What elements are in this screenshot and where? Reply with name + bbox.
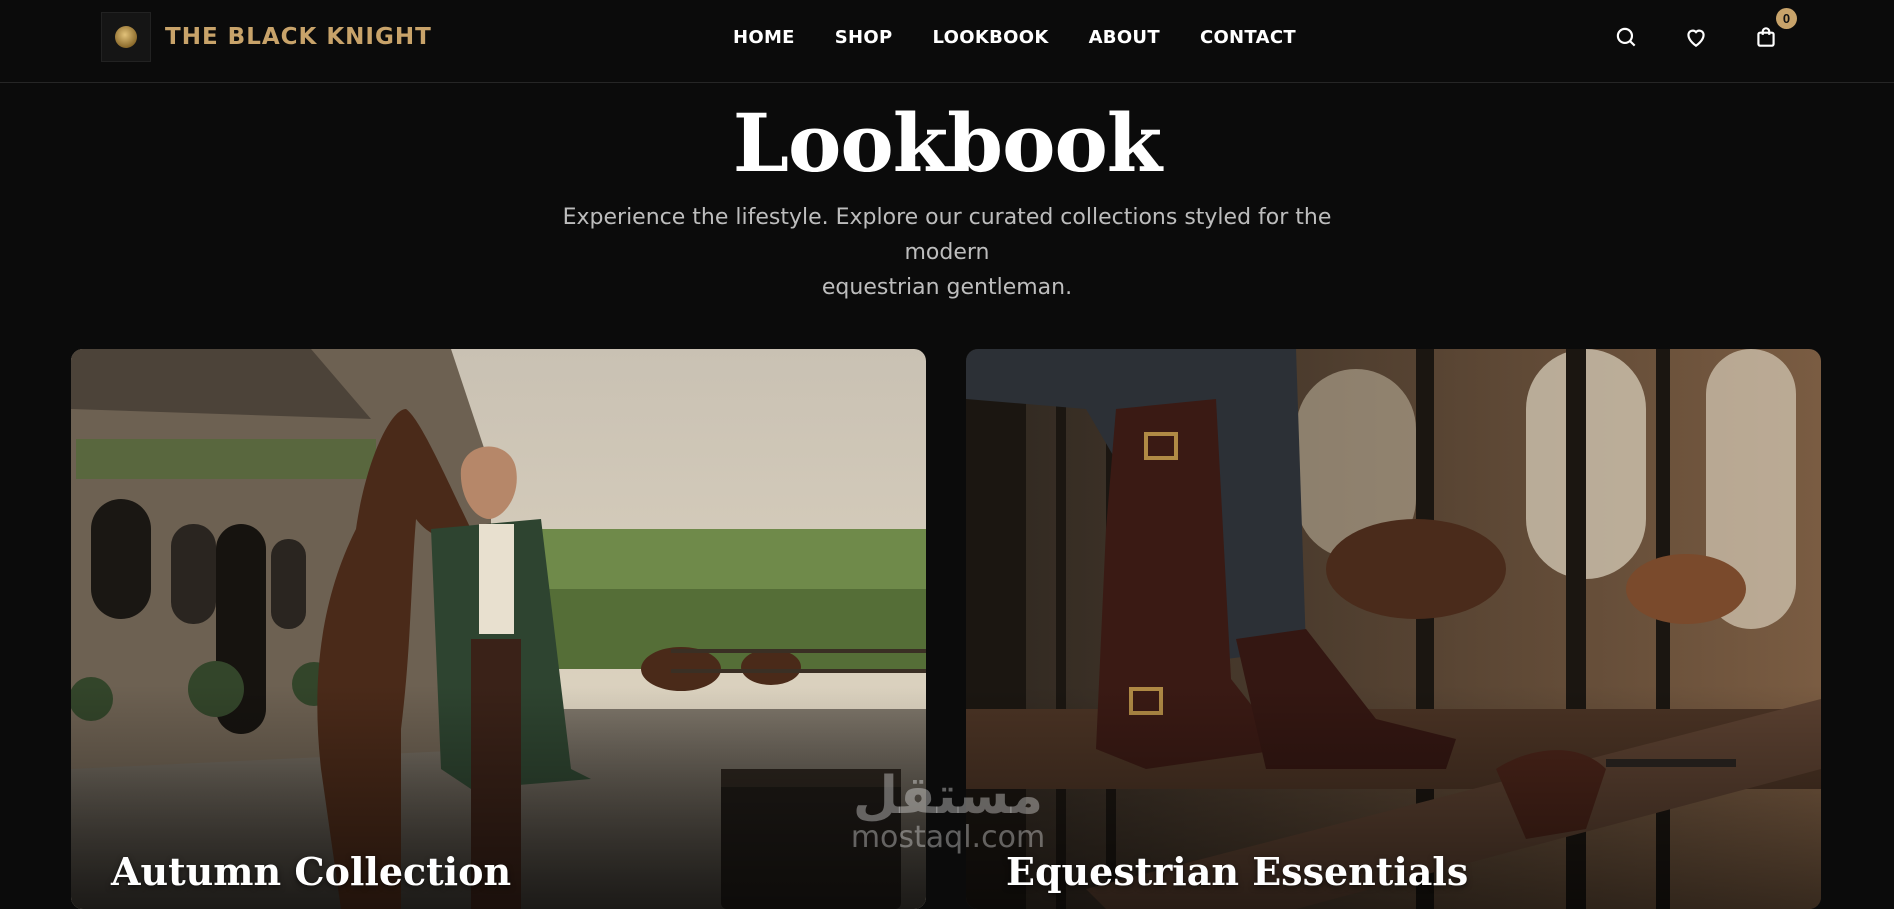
- collection-card-equestrian[interactable]: Equestrian Essentials: [966, 349, 1821, 909]
- main-nav: HOME SHOP LOOKBOOK ABOUT CONTACT: [733, 27, 1296, 48]
- collection-title: Autumn Collection: [111, 849, 512, 894]
- knight-emblem-icon: [115, 26, 137, 48]
- subtitle-line-2: equestrian gentleman.: [821, 275, 1073, 300]
- nav-shop[interactable]: SHOP: [835, 27, 893, 48]
- logo[interactable]: [101, 12, 151, 62]
- nav-lookbook[interactable]: LOOKBOOK: [933, 27, 1049, 48]
- page-title: Lookbook: [732, 96, 1162, 190]
- heart-icon[interactable]: [1683, 24, 1709, 50]
- nav-contact[interactable]: CONTACT: [1200, 27, 1296, 48]
- site-header: THE BLACK KNIGHT HOME SHOP LOOKBOOK ABOU…: [0, 0, 1894, 83]
- subtitle-line-1: Experience the lifestyle. Explore our cu…: [562, 205, 1332, 265]
- cart-count-badge: 0: [1776, 8, 1797, 29]
- equestrian-essentials-image: [966, 349, 1821, 909]
- autumn-collection-image: [71, 349, 926, 909]
- collection-card-autumn[interactable]: Autumn Collection: [71, 349, 926, 909]
- shopping-bag-icon[interactable]: [1753, 24, 1779, 50]
- nav-about[interactable]: ABOUT: [1089, 27, 1160, 48]
- search-icon[interactable]: [1613, 24, 1639, 50]
- brand-name[interactable]: THE BLACK KNIGHT: [165, 24, 432, 50]
- nav-home[interactable]: HOME: [733, 27, 795, 48]
- page-subtitle: Experience the lifestyle. Explore our cu…: [520, 200, 1374, 305]
- collection-title: Equestrian Essentials: [1006, 849, 1469, 894]
